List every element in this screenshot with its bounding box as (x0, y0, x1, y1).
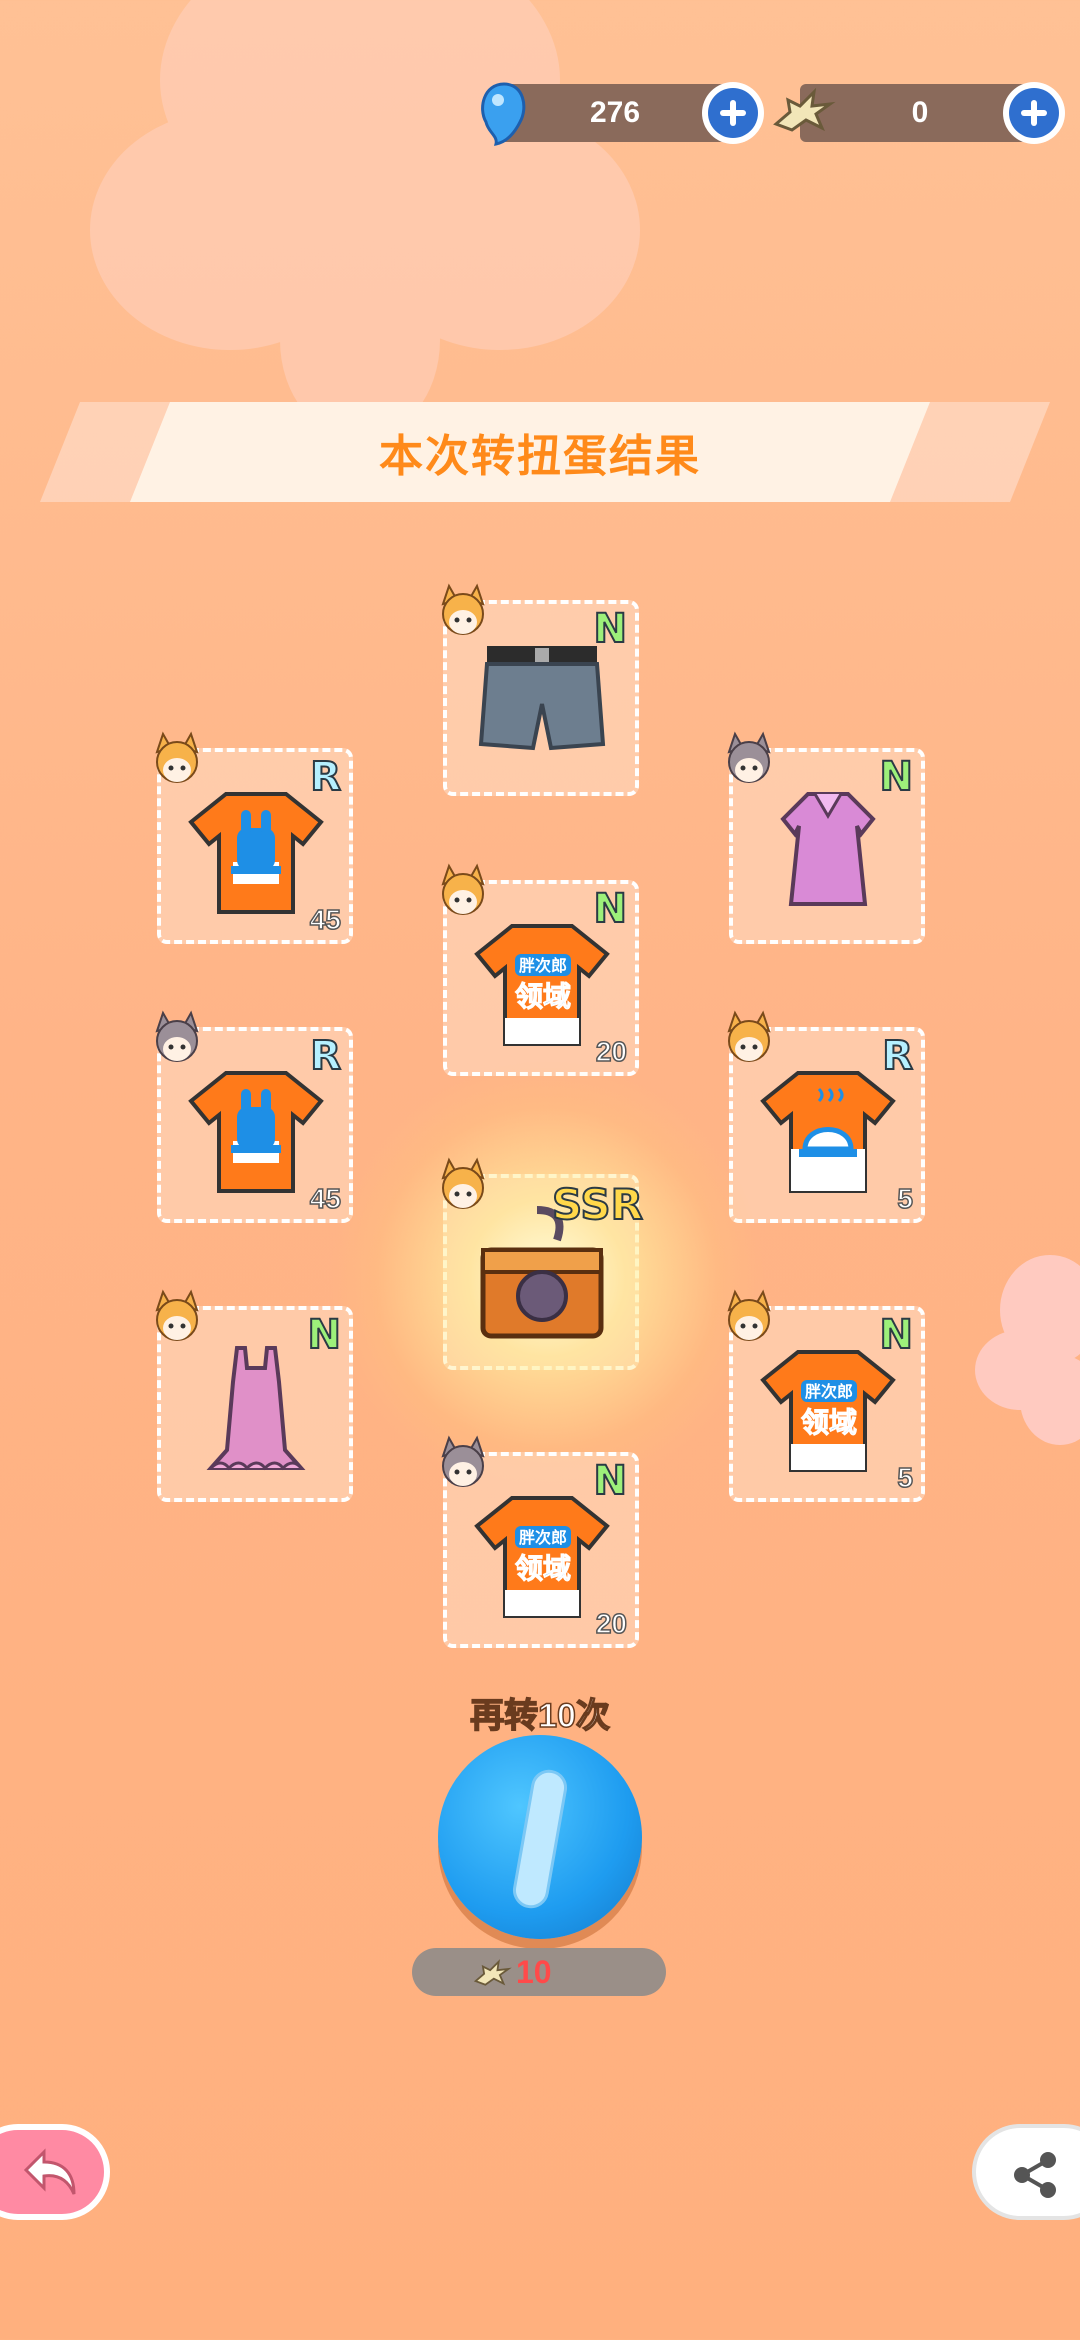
bell-tshirt-icon (760, 1071, 896, 1193)
rarity-badge: N (593, 605, 629, 653)
fox-girl-avatar (727, 1010, 771, 1062)
spin-cost-value: 10 (516, 1954, 552, 1990)
add-fish-ticket-button[interactable] (1003, 82, 1065, 144)
spin-cost: 10 (412, 1948, 666, 1996)
rarity-badge: R (881, 1032, 914, 1080)
gem-amount: 276 (589, 96, 641, 129)
share-button[interactable] (972, 2124, 1080, 2220)
svg-text:胖次郎: 胖次郎 (519, 956, 567, 975)
back-button[interactable] (0, 2124, 110, 2220)
result-card-tshirt-text-1[interactable]: 胖次郎领域 N 20 (441, 863, 639, 1076)
fox-girl-avatar (727, 1289, 771, 1341)
svg-text:领域: 领域 (801, 1406, 857, 1439)
result-card-chest[interactable]: SSR (327, 1058, 767, 1498)
spin-handle-icon (510, 1766, 570, 1912)
result-card-pink-frill[interactable]: N (155, 1289, 353, 1502)
fox-girl-avatar (155, 1289, 199, 1341)
back-arrow-icon (23, 2148, 76, 2195)
result-card-tshirt-bell[interactable]: R5 (727, 1010, 925, 1223)
result-card-shorts[interactable]: N (441, 583, 639, 796)
duplicate-count: 5 (897, 1182, 914, 1215)
result-card-tshirt-text-2[interactable]: 胖次郎领域 N 5 (727, 1289, 925, 1502)
result-card-pink-dress[interactable]: N (727, 731, 925, 944)
rarity-badge: R (309, 1032, 342, 1080)
svg-text:领域: 领域 (515, 980, 571, 1013)
gray-cat-avatar (155, 1010, 199, 1062)
duplicate-count: 45 (309, 1182, 342, 1215)
result-card-tshirt-text-3[interactable]: 胖次郎领域 N 20 (441, 1435, 639, 1648)
rarity-badge: N (307, 1311, 343, 1359)
rarity-badge: R (309, 753, 342, 801)
rarity-badge: N (593, 1457, 629, 1505)
bunny-tshirt-icon (188, 1071, 324, 1193)
duplicate-count: 5 (897, 1461, 914, 1494)
rarity-badge: N (879, 1311, 915, 1359)
blue-gem-icon (481, 82, 526, 146)
result-card-tshirt-bunny-2[interactable]: R 45 (155, 1010, 353, 1223)
bunny-tshirt-icon (188, 792, 324, 914)
add-gems-button[interactable] (702, 82, 764, 144)
svg-text:胖次郎: 胖次郎 (805, 1382, 853, 1401)
duplicate-count: 20 (595, 1035, 628, 1068)
background-flower-right (975, 1255, 1080, 1445)
rarity-badge: SSR (551, 1179, 644, 1230)
rarity-badge: N (593, 885, 629, 933)
spin-again-button[interactable] (438, 1735, 642, 1939)
svg-text:胖次郎: 胖次郎 (519, 1528, 567, 1547)
fox-girl-avatar (441, 1157, 485, 1209)
background-flower-decoration (90, 0, 640, 440)
gray-cat-avatar (441, 1435, 485, 1487)
result-card-tshirt-bunny-1[interactable]: R 45 (155, 731, 353, 944)
fox-girl-avatar (441, 583, 485, 635)
fox-girl-avatar (155, 731, 199, 783)
duplicate-count: 20 (595, 1607, 628, 1640)
result-title: 本次转扭蛋结果 (379, 432, 701, 481)
fish-bone-ticket-icon (773, 87, 836, 132)
fish-bone-ticket-icon (473, 1959, 512, 1986)
duplicate-count: 45 (309, 903, 342, 936)
spin-again-label: 再转10次 (469, 1696, 610, 1736)
gem-counter: 276 (500, 84, 730, 142)
share-icon (1014, 2152, 1056, 2198)
gray-cat-avatar (727, 731, 771, 783)
rarity-badge: N (879, 753, 915, 801)
fox-girl-avatar (441, 863, 485, 915)
svg-text:领域: 领域 (515, 1552, 571, 1585)
